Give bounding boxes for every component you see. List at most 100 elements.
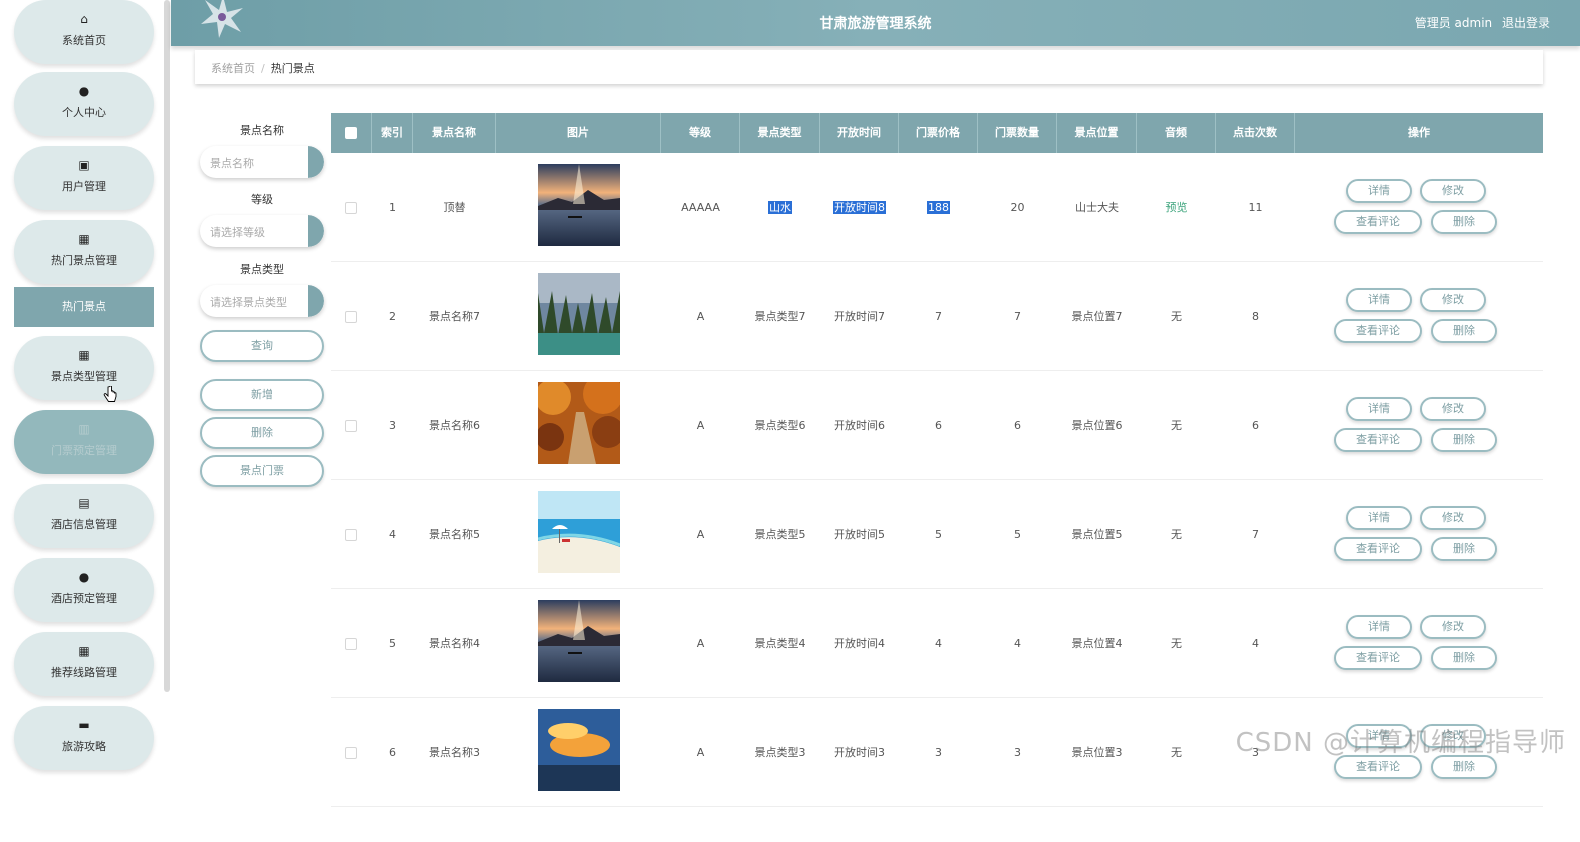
level-select-placeholder: 请选择等级 [210, 226, 265, 239]
cell-audio: 无 [1171, 637, 1182, 650]
delete-button[interactable]: 删除 [1431, 210, 1497, 234]
cell-open-wrap: 开放时间6 [820, 371, 899, 480]
delete-button[interactable]: 删除 [1431, 428, 1497, 452]
row-checkbox[interactable] [345, 528, 357, 541]
sidebar-item-guides[interactable]: ▬ 旅游攻略 [14, 706, 154, 770]
add-button[interactable]: 新增 [200, 379, 324, 411]
row-select-cell [331, 698, 372, 807]
cell-audio: 无 [1171, 528, 1182, 541]
sidebar-subitem-hot-spots[interactable]: 热门景点 [14, 287, 154, 327]
type-select-placeholder: 请选择景点类型 [210, 296, 287, 309]
sidebar-item-spot-types[interactable]: ▦ 景点类型管理 [14, 336, 154, 400]
cell-open-wrap: 开放时间3 [820, 698, 899, 807]
cell-price: 7 [935, 310, 942, 323]
pin-icon: ● [78, 570, 90, 584]
sidebar-item-ticket-orders[interactable]: ▥ 门票预定管理 [14, 410, 154, 474]
sidebar-item-label: 酒店预定管理 [51, 592, 117, 605]
cell-audio-wrap: 预览 [1137, 153, 1216, 262]
cell-price: 3 [935, 746, 942, 759]
cell-type: 景点类型4 [754, 637, 806, 650]
delete-button[interactable]: 删除 [1431, 319, 1497, 343]
cell-audio[interactable]: 预览 [1166, 201, 1188, 214]
view-comments-button[interactable]: 查看评论 [1334, 428, 1422, 452]
input-cap [308, 146, 324, 178]
edit-button[interactable]: 修改 [1420, 288, 1486, 312]
spot-thumbnail[interactable] [538, 273, 620, 355]
view-comments-button[interactable]: 查看评论 [1334, 319, 1422, 343]
col-image: 图片 [496, 113, 661, 153]
spot-thumbnail[interactable] [535, 374, 624, 464]
delete-button[interactable]: 删除 [1431, 646, 1497, 670]
top-header: 甘肃旅游管理系统 管理员 admin 退出登录 [171, 0, 1580, 46]
view-comments-button[interactable]: 查看评论 [1334, 646, 1422, 670]
logout-link[interactable]: 退出登录 [1502, 16, 1550, 30]
edit-button[interactable]: 修改 [1420, 179, 1486, 203]
row-select-cell [331, 153, 372, 262]
cell-location: 景点位置6 [1071, 419, 1123, 432]
sidebar-item-hotel-orders[interactable]: ● 酒店预定管理 [14, 558, 154, 622]
cell-quantity: 4 [1014, 637, 1021, 650]
cell-open-time: 开放时间8 [833, 201, 886, 214]
level-select[interactable]: 请选择等级 [200, 215, 324, 247]
spot-thumbnail[interactable] [538, 600, 620, 682]
sidebar-item-hot-spots[interactable]: ▦ 热门景点管理 [14, 220, 154, 284]
detail-button[interactable]: 详情 [1346, 615, 1412, 639]
cell-price-wrap: 7 [899, 262, 978, 371]
detail-button[interactable]: 详情 [1346, 506, 1412, 530]
row-checkbox[interactable] [345, 310, 357, 323]
edit-button[interactable]: 修改 [1420, 397, 1486, 421]
row-checkbox[interactable] [345, 419, 357, 432]
sidebar-item-hotels[interactable]: ▤ 酒店信息管理 [14, 484, 154, 548]
cell-price: 188 [927, 201, 950, 214]
cell-price-wrap: 4 [899, 589, 978, 698]
breadcrumb-home[interactable]: 系统首页 [211, 62, 255, 75]
select-all-checkbox[interactable] [345, 127, 357, 139]
cell-index: 1 [389, 201, 396, 214]
edit-button[interactable]: 修改 [1420, 615, 1486, 639]
view-comments-button[interactable]: 查看评论 [1334, 210, 1422, 234]
cell-audio: 无 [1171, 419, 1182, 432]
row-checkbox[interactable] [345, 637, 357, 650]
batch-delete-button[interactable]: 删除 [200, 417, 324, 449]
hand-cursor-icon [103, 386, 117, 402]
detail-button[interactable]: 详情 [1346, 288, 1412, 312]
edit-button[interactable]: 修改 [1420, 506, 1486, 530]
spot-tickets-button[interactable]: 景点门票 [200, 455, 324, 487]
sidebar-item-users[interactable]: ▣ 用户管理 [14, 146, 154, 210]
detail-button[interactable]: 详情 [1346, 179, 1412, 203]
cell-level: A [696, 419, 705, 432]
spot-thumbnail[interactable] [538, 164, 620, 246]
query-button[interactable]: 查询 [200, 330, 324, 362]
cell-clicks: 4 [1252, 637, 1259, 650]
type-select[interactable]: 请选择景点类型 [200, 285, 324, 317]
cell-level: A [696, 637, 705, 650]
cell-location: 山士大夫 [1075, 201, 1119, 214]
delete-button[interactable]: 删除 [1431, 537, 1497, 561]
name-search-input[interactable]: 景点名称 [200, 146, 324, 178]
row-checkbox[interactable] [345, 201, 357, 214]
cell-audio-wrap: 无 [1137, 480, 1216, 589]
bar-chart-icon: ▥ [78, 422, 90, 436]
table-row: 4 景点名称5 A 景点类型5 开放时间5 5 5 景点位置5 无 7 详情 修改 查看评论 删除 [331, 480, 1543, 589]
cell-type: 山水 [768, 201, 792, 214]
sidebar-scrollbar[interactable] [164, 0, 170, 692]
sidebar-item-profile[interactable]: ● 个人中心 [14, 72, 154, 136]
detail-button[interactable]: 详情 [1346, 397, 1412, 421]
view-comments-button[interactable]: 查看评论 [1334, 537, 1422, 561]
spot-thumbnail[interactable] [538, 709, 620, 791]
col-open-time: 开放时间 [820, 113, 899, 153]
row-checkbox[interactable] [345, 746, 357, 759]
cell-audio-wrap: 无 [1137, 262, 1216, 371]
col-type: 景点类型 [740, 113, 820, 153]
cell-location: 景点位置7 [1071, 310, 1123, 323]
sidebar-item-routes[interactable]: ▦ 推荐线路管理 [14, 632, 154, 696]
sidebar: ⌂ 系统首页 ● 个人中心 ▣ 用户管理 ▦ 热门景点管理 热门景点 ▦ 景点类… [0, 0, 170, 772]
sidebar-item-home[interactable]: ⌂ 系统首页 [14, 0, 154, 64]
cell-open-wrap: 开放时间8 [820, 153, 899, 262]
cell-audio-wrap: 无 [1137, 371, 1216, 480]
cell-name: 景点名称6 [429, 419, 480, 432]
spot-thumbnail[interactable] [537, 491, 621, 573]
app-title: 甘肃旅游管理系统 [819, 16, 932, 32]
cell-price-wrap: 5 [899, 480, 978, 589]
cell-price-wrap: 6 [899, 371, 978, 480]
